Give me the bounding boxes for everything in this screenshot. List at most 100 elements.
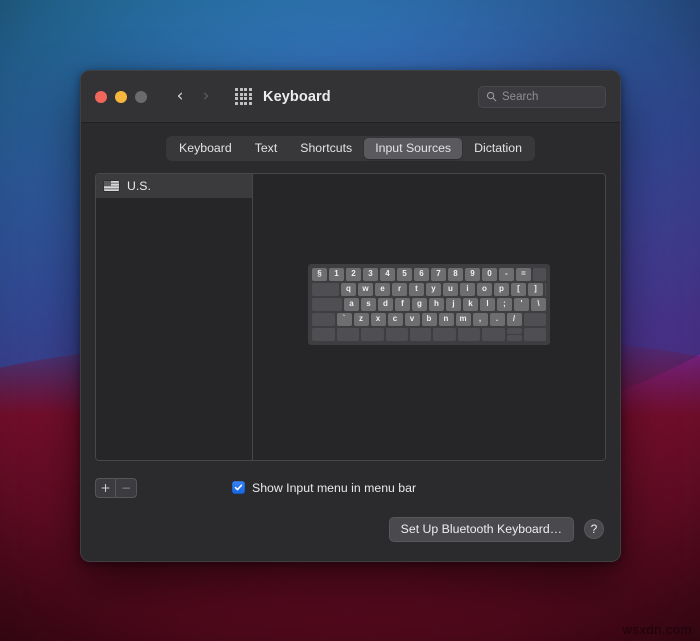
tab-shortcuts[interactable]: Shortcuts [289,138,363,159]
keyboard-key-1: 1 [329,267,344,281]
keyboard-key-blank [312,312,335,326]
keyboard-key-2: 2 [346,267,361,281]
keyboard-key-blank [312,282,339,296]
keyboard-key-blank [533,267,546,281]
keyboard-key-c: c [387,312,403,326]
keyboard-key-j: j [446,297,461,311]
keyboard-row: a s d f g h j k l; ' \ [312,297,546,311]
keyboard-key-u: u [443,282,458,296]
keyboard-key-§: § [312,267,327,281]
keyboard-key-7: 7 [431,267,446,281]
keyboard-key-d: d [378,297,393,311]
watermark: wsxdn.com [622,622,692,637]
keyboard-key-=: = [516,267,531,281]
keyboard-key-blank [433,327,456,341]
keyboard-key-': ' [514,297,529,311]
search-icon [486,91,497,102]
keyboard-key-blank [457,327,480,341]
input-sources-list[interactable]: U.S. [96,174,253,460]
keyboard-key-;: ; [497,297,512,311]
keyboard-preferences-window: ‹ › Keyboard Keyboard Text Shortcuts Inp… [80,70,621,562]
keyboard-key-e: e [375,282,390,296]
search-input[interactable] [502,90,598,103]
keyboard-key-blank [523,327,546,341]
keyboard-key-5: 5 [397,267,412,281]
keyboard-key--: - [499,267,514,281]
keyboard-key-y: y [426,282,441,296]
keyboard-key-[: [ [511,282,526,296]
keyboard-key-f: f [395,297,410,311]
keyboard-key-/: / [506,312,522,326]
keyboard-row: ` z x c v b n m,. / [312,312,546,326]
keyboard-key-blank [482,327,505,341]
us-flag-icon [104,181,119,191]
keyboard-key-w: w [358,282,373,296]
tab-input-sources[interactable]: Input Sources [364,138,463,159]
add-remove-segmented-control[interactable]: + − [95,477,137,498]
keyboard-key-a: a [344,297,359,311]
keyboard-key-r: r [392,282,407,296]
setup-bluetooth-keyboard-button[interactable]: Set Up Bluetooth Keyboard… [388,516,574,542]
forward-chevron-icon: › [202,86,210,106]
keyboard-key-blank [545,282,546,296]
keyboard-key-3: 3 [363,267,378,281]
keyboard-key-6: 6 [414,267,429,281]
keyboard-key-g: g [412,297,427,311]
keyboard-key-v: v [404,312,420,326]
minimize-button[interactable] [115,90,127,103]
page-title: Keyboard [263,88,331,105]
keyboard-key-blank [523,312,546,326]
list-item-label: U.S. [127,179,151,193]
keyboard-row: § 1 2 3 4 5 6 7 8 9 0- = [312,267,546,281]
keyboard-key-\: \ [531,297,546,311]
keyboard-key-,: , [472,312,488,326]
traffic-light-group [95,90,147,103]
keyboard-key-blank [410,327,431,341]
add-input-source-button[interactable]: + [96,478,117,497]
keyboard-key-m: m [455,312,471,326]
arrow-up-key [506,327,522,334]
content-panes: U.S. § 1 2 3 4 5 6 7 8 9 0- = q w e r t y u i o p[] a s d f g h j k l;… [95,173,606,461]
search-field[interactable] [478,85,606,108]
keyboard-key-blank [385,327,408,341]
keyboard-key-blank [361,327,384,341]
tab-text[interactable]: Text [244,138,289,159]
arrow-down-key [506,334,522,341]
list-item[interactable]: U.S. [96,174,252,198]
keyboard-row [312,327,546,341]
list-controls-row: + − Show Input menu in menu bar [95,461,606,505]
keyboard-key-q: q [341,282,356,296]
keyboard-key-4: 4 [380,267,395,281]
arrow-keys-cluster [506,327,522,341]
app-grid-icon[interactable] [235,88,252,105]
keyboard-key-blank [336,327,359,341]
help-button[interactable]: ? [584,519,604,539]
tab-dictation[interactable]: Dictation [463,138,533,159]
keyboard-key-z: z [353,312,369,326]
keyboard-key-]: ] [528,282,543,296]
keyboard-key-.: . [489,312,505,326]
window-body: U.S. § 1 2 3 4 5 6 7 8 9 0- = q w e r t y u i o p[] a s d f g h j k l;… [81,173,620,505]
tab-group: Keyboard Text Shortcuts Input Sources Di… [166,136,535,161]
show-input-menu-option[interactable]: Show Input menu in menu bar [232,481,416,495]
navigation-buttons: ‹ › [169,86,217,108]
show-input-menu-checkbox[interactable] [232,481,245,494]
window-footer: Set Up Bluetooth Keyboard… ? [81,505,620,561]
keyboard-key-l: l [480,297,495,311]
checkmark-icon [234,484,243,491]
keyboard-key-p: p [494,282,509,296]
remove-input-source-button: − [120,480,132,495]
zoom-button [135,90,147,103]
preference-tabbar: Keyboard Text Shortcuts Input Sources Di… [81,123,620,173]
close-button[interactable] [95,90,107,103]
tab-keyboard[interactable]: Keyboard [168,138,243,159]
keyboard-key-9: 9 [465,267,480,281]
keyboard-key-blank [312,297,342,311]
keyboard-key-`: ` [336,312,352,326]
back-chevron-icon[interactable]: ‹ [169,86,191,108]
keyboard-key-s: s [361,297,376,311]
keyboard-layout-preview: § 1 2 3 4 5 6 7 8 9 0- = q w e r t y u i o p[] a s d f g h j k l; ' \ ` z x… [308,263,550,345]
keyboard-key-n: n [438,312,454,326]
keyboard-key-x: x [370,312,386,326]
keyboard-key-t: t [409,282,424,296]
